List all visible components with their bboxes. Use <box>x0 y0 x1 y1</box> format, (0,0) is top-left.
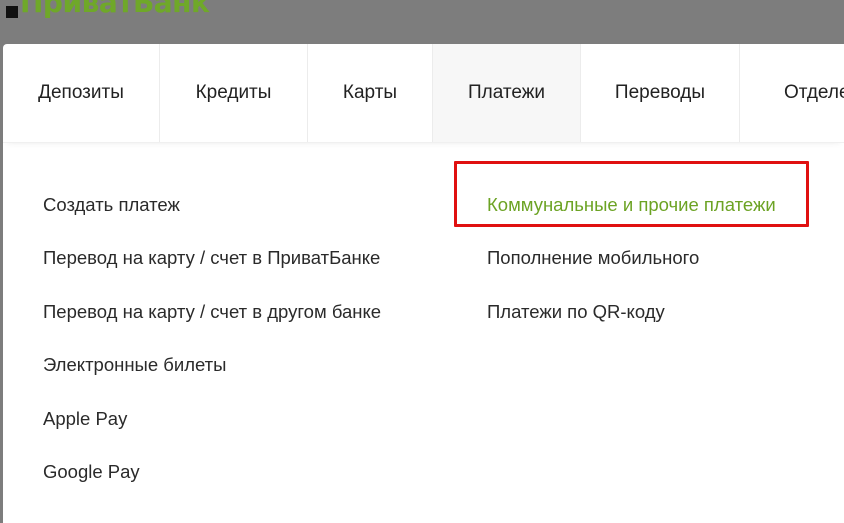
tab-deposits[interactable]: Депозиты <box>3 44 160 142</box>
payments-menu-right-column: Коммунальные и прочие платежи Пополнение… <box>487 178 776 339</box>
tab-transfers[interactable]: Переводы <box>581 44 740 142</box>
tab-payments[interactable]: Платежи <box>433 44 581 142</box>
menu-item-apple-pay[interactable]: Apple Pay <box>43 392 381 446</box>
logo-snowflakes-decoration <box>4 0 264 6</box>
menu-item-utility-payments[interactable]: Коммунальные и прочие платежи <box>487 178 776 232</box>
menu-item-qr-payments[interactable]: Платежи по QR-коду <box>487 285 776 339</box>
menu-item-e-tickets[interactable]: Электронные билеты <box>43 339 381 393</box>
menu-item-transfer-other-bank[interactable]: Перевод на карту / счет в другом банке <box>43 285 381 339</box>
menu-item-google-pay[interactable]: Google Pay <box>43 446 381 500</box>
tab-credits[interactable]: Кредиты <box>160 44 308 142</box>
menu-item-mobile-topup[interactable]: Пополнение мобильного <box>487 232 776 286</box>
menu-item-create-payment[interactable]: Создать платеж <box>43 178 381 232</box>
tab-branches[interactable]: Отделе <box>740 44 844 142</box>
mega-menu-panel: Депозиты Кредиты Карты Платежи Переводы … <box>3 44 844 523</box>
tab-cards[interactable]: Карты <box>308 44 433 142</box>
logo-mark-icon <box>6 6 18 18</box>
top-bar: ПриватБанк <box>0 0 844 44</box>
payments-menu-left-column: Создать платеж Перевод на карту / счет в… <box>43 178 381 499</box>
menu-item-transfer-privatbank[interactable]: Перевод на карту / счет в ПриватБанке <box>43 232 381 286</box>
main-nav-tabs: Депозиты Кредиты Карты Платежи Переводы … <box>3 44 844 143</box>
